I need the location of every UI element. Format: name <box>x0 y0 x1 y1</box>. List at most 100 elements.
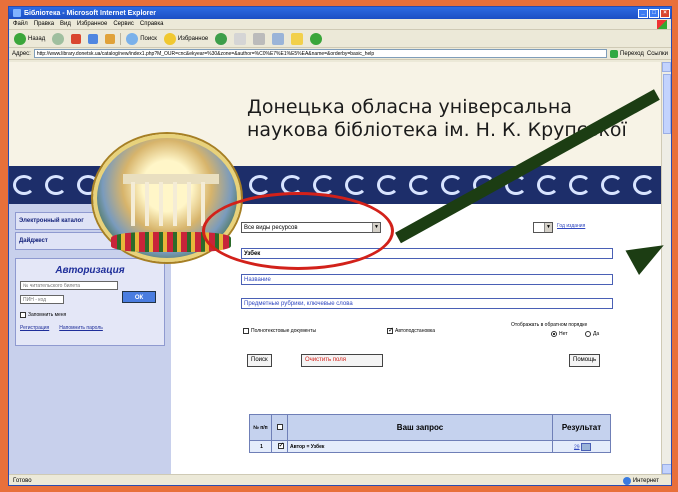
sort-label: Отображать в обратном порядке <box>511 322 588 328</box>
fulltext-label: Полнотекстовые документы <box>251 328 317 334</box>
zone-label: Интернет <box>632 477 659 484</box>
back-button[interactable]: Назад <box>12 32 47 46</box>
register-link[interactable]: Регистрация <box>20 325 49 331</box>
address-bar: Адрес: http://www.library.donetsk.ua/cat… <box>9 48 671 60</box>
print-icon <box>253 32 266 45</box>
library-title-line-1: Донецька обласна універсальна <box>247 96 572 118</box>
scroll-thumb[interactable] <box>663 74 671 134</box>
go-button[interactable]: Переход <box>610 49 644 58</box>
row-checkbox[interactable] <box>277 441 284 449</box>
ornament-swirl <box>441 175 463 195</box>
ornament-swirl <box>569 175 591 195</box>
title-field[interactable]: Название <box>241 274 613 285</box>
sort-no-radio[interactable] <box>551 331 557 337</box>
year-label: Год издания <box>557 223 586 229</box>
ornament-swirl <box>377 175 399 195</box>
row-checkbox-cell <box>271 440 288 453</box>
clear-fields-button[interactable]: Очистить поля <box>301 354 383 367</box>
results-header-row: № п/п Ваш запрос Результат <box>249 414 611 441</box>
globe-icon <box>622 476 631 485</box>
autosubst-option[interactable]: Автоподстановка <box>387 326 435 334</box>
auth-links: Регистрация Напомнить пароль <box>20 325 103 331</box>
autosubst-checkbox[interactable] <box>387 326 394 334</box>
table-row[interactable]: 1 Автор = Узбек 29 <box>249 440 611 453</box>
menu-favorites[interactable]: Избранное <box>77 21 107 27</box>
col-query-header: Ваш запрос <box>287 414 553 441</box>
messenger-icon <box>310 32 323 45</box>
year-select[interactable]: ▼ <box>533 222 553 233</box>
favorites-label: Избранное <box>177 35 209 42</box>
search-submit-button[interactable]: Поиск <box>247 354 272 367</box>
sort-yes-option[interactable]: Да <box>585 331 599 337</box>
vertical-scrollbar[interactable] <box>661 62 671 474</box>
search-button[interactable]: Поиск <box>124 32 159 46</box>
sort-no-label: Нет <box>559 331 568 337</box>
results-table: № п/п Ваш запрос Результат 1 Автор = Узб… <box>249 414 611 453</box>
go-label: Переход <box>620 50 644 57</box>
menu-file[interactable]: Файл <box>13 21 28 27</box>
menu-view[interactable]: Вид <box>60 21 71 27</box>
building-column <box>173 182 177 226</box>
favorites-button[interactable]: Избранное <box>162 32 210 46</box>
address-input[interactable]: http://www.library.donetsk.ua/catalog/ne… <box>33 49 608 58</box>
menu-tools[interactable]: Сервис <box>113 21 134 27</box>
links-label[interactable]: Ссылки <box>647 51 668 57</box>
search-icon <box>126 32 139 45</box>
menu-help[interactable]: Справка <box>140 21 164 27</box>
maximize-button[interactable]: □ <box>649 8 659 18</box>
sort-yes-label: Да <box>593 331 600 337</box>
ornament-swirl <box>601 175 623 195</box>
refresh-button[interactable] <box>86 33 100 45</box>
go-arrow-icon <box>610 49 619 58</box>
view-results-icon[interactable] <box>580 442 591 451</box>
ornament-swirl <box>45 175 67 195</box>
home-button[interactable] <box>103 33 117 45</box>
stop-icon <box>71 33 82 44</box>
fulltext-option[interactable]: Полнотекстовые документы <box>243 328 316 334</box>
mail-button[interactable] <box>232 32 248 46</box>
login-ok-button[interactable]: ОК <box>122 291 156 303</box>
media-button[interactable] <box>213 32 229 46</box>
ornament-swirl <box>633 175 655 195</box>
folder-button[interactable] <box>289 32 305 46</box>
forward-button[interactable] <box>50 32 66 46</box>
status-text: Готово <box>13 477 32 484</box>
back-label: Назад <box>28 35 46 42</box>
auth-title: Авторизация <box>55 265 125 276</box>
row-result: 29 <box>552 440 611 453</box>
scroll-up-button[interactable] <box>662 62 671 72</box>
security-zone: Интернет <box>622 476 659 485</box>
row-result-count[interactable]: 29 <box>574 444 580 450</box>
col-check-header <box>271 414 288 441</box>
scroll-down-button[interactable] <box>662 464 671 474</box>
edit-button[interactable] <box>270 32 286 46</box>
forgot-password-link[interactable]: Напомнить пароль <box>59 325 103 331</box>
chevron-down-icon[interactable]: ▼ <box>544 223 552 232</box>
status-bar: Готово Интернет <box>9 474 671 485</box>
select-all-checkbox[interactable] <box>276 424 283 430</box>
media-icon <box>215 32 228 45</box>
fulltext-checkbox[interactable] <box>243 328 249 334</box>
folder-icon <box>291 32 304 45</box>
subject-field[interactable]: Предметные рубрики, ключевые слова <box>241 298 613 309</box>
messenger-button[interactable] <box>308 32 324 46</box>
remember-checkbox[interactable] <box>20 312 26 318</box>
print-button[interactable] <box>251 32 267 46</box>
minimize-button[interactable]: _ <box>638 8 648 18</box>
building-column <box>159 182 163 226</box>
sort-no-option[interactable]: Нет <box>551 331 568 337</box>
title-bar[interactable]: Бібліотека - Microsoft Internet Explorer… <box>9 7 671 19</box>
ornament-swirl <box>249 175 271 195</box>
sort-yes-radio[interactable] <box>585 331 591 337</box>
remember-me[interactable]: Запомнить меня <box>20 312 66 318</box>
forward-arrow-icon <box>52 32 65 45</box>
close-button[interactable]: × <box>660 8 670 18</box>
stop-button[interactable] <box>69 33 83 45</box>
card-number-input[interactable] <box>20 281 118 290</box>
mail-icon <box>234 32 247 45</box>
pin-input[interactable] <box>20 295 64 304</box>
favorites-star-icon <box>163 32 176 45</box>
help-button[interactable]: Помощь <box>569 354 601 367</box>
menu-edit[interactable]: Правка <box>34 21 54 27</box>
autosubst-label: Автоподстановка <box>395 328 435 334</box>
